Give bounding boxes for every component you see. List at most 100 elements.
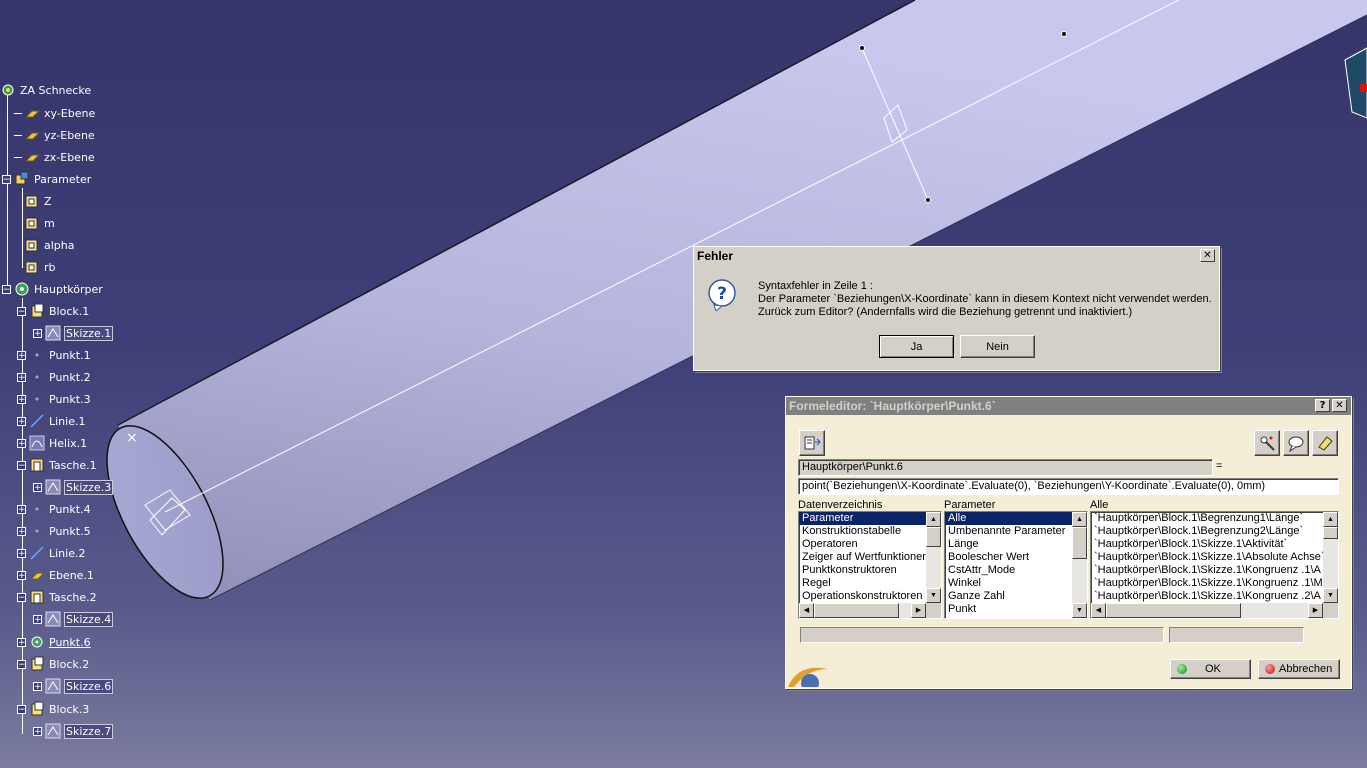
formula-close-button[interactable]: ✕	[1332, 399, 1347, 412]
tree-node-sketch3[interactable]: + Skizze.3	[33, 477, 114, 497]
vertical-scrollbar[interactable]: ▲ ▼	[926, 512, 941, 603]
expand-icon[interactable]: +	[33, 726, 42, 736]
list-item[interactable]: Operationskonstruktoren	[799, 590, 941, 603]
scroll-down-icon[interactable]: ▼	[926, 588, 941, 603]
tree-node-param-z[interactable]: Z	[24, 191, 53, 211]
scroll-thumb[interactable]	[814, 603, 899, 618]
tree-node-sketch7[interactable]: + Skizze.7	[33, 721, 114, 741]
scroll-up-icon[interactable]: ▲	[926, 512, 941, 527]
tree-node-line2[interactable]: + Linie.2	[17, 543, 86, 563]
list-item[interactable]: Umbenannte Parameter	[945, 525, 1087, 538]
scroll-thumb[interactable]	[1323, 527, 1338, 539]
formula-input[interactable]: point(`Beziehungen\X-Koordinate`.Evaluat…	[798, 478, 1339, 495]
expand-icon[interactable]: +	[17, 637, 26, 647]
expand-icon[interactable]: +	[17, 438, 26, 448]
scroll-left-icon[interactable]: ◀	[1091, 603, 1106, 618]
error-close-button[interactable]: ✕	[1200, 249, 1215, 262]
comment-icon[interactable]	[1283, 430, 1309, 456]
specification-tree[interactable]: ZA Schnecke xy-Ebene yz-Ebene zx-Ebene −…	[0, 80, 240, 760]
tree-node-sketch4[interactable]: + Skizze.4	[33, 609, 114, 629]
collapse-icon[interactable]: −	[17, 659, 26, 669]
yes-button[interactable]: Ja	[879, 335, 954, 358]
collapse-icon[interactable]: −	[17, 460, 26, 470]
expand-icon[interactable]: +	[33, 614, 42, 624]
tree-node-point2[interactable]: + Punkt.2	[17, 367, 92, 387]
tree-node-plane1[interactable]: + Ebene.1	[17, 565, 95, 585]
ok-button[interactable]: OK	[1170, 659, 1251, 679]
list-item[interactable]: `Hauptkörper\Block.1\Skizze.1\Kongruenz …	[1091, 590, 1338, 603]
list-item[interactable]: Zeiger auf Wertfunktionen	[799, 551, 941, 564]
list-item[interactable]: Operatoren	[799, 538, 941, 551]
scroll-thumb[interactable]	[1072, 527, 1087, 559]
list-item[interactable]: Länge	[945, 538, 1087, 551]
target-parameter-field[interactable]: Hauptkörper\Punkt.6	[798, 459, 1213, 476]
collapse-icon[interactable]: −	[2, 284, 11, 294]
list-item[interactable]: CstAttr_Mode	[945, 564, 1087, 577]
scroll-thumb[interactable]	[926, 527, 941, 547]
expand-icon[interactable]: +	[17, 394, 26, 404]
formula-editor-titlebar[interactable]: Formeleditor: `Hauptkörper\Punkt.6`	[786, 397, 1351, 415]
scroll-thumb[interactable]	[1106, 603, 1241, 618]
tree-node-point4[interactable]: + Punkt.4	[17, 499, 92, 519]
list-item[interactable]: Parameter	[799, 512, 941, 525]
tree-node-pocket1[interactable]: − Tasche.1	[17, 455, 98, 475]
tree-node-xy-plane[interactable]: xy-Ebene	[14, 103, 96, 123]
tree-node-param-m[interactable]: m	[24, 213, 56, 233]
list-item[interactable]: `Hauptkörper\Block.1\Skizze.1\Aktivität`	[1091, 538, 1338, 551]
expand-icon[interactable]: +	[17, 526, 26, 536]
tree-node-line1[interactable]: + Linie.1	[17, 411, 86, 431]
tree-node-point1[interactable]: + Punkt.1	[17, 345, 92, 365]
list-item[interactable]: Konstruktionstabelle	[799, 525, 941, 538]
scroll-down-icon[interactable]: ▼	[1072, 603, 1087, 618]
parameter-types-list[interactable]: Alle Umbenannte Parameter Länge Boolesch…	[944, 511, 1088, 619]
collapse-icon[interactable]: −	[17, 704, 26, 714]
list-item[interactable]: Ganze Zahl	[945, 590, 1087, 603]
all-parameters-list[interactable]: `Hauptkörper\Block.1\Begrenzung1\Länge` …	[1090, 511, 1339, 619]
expand-icon[interactable]: +	[17, 548, 26, 558]
tree-node-zx-plane[interactable]: zx-Ebene	[14, 147, 96, 167]
list-item[interactable]: `Hauptkörper\Block.1\Skizze.1\Kongruenz …	[1091, 577, 1338, 590]
import-icon[interactable]	[799, 430, 825, 456]
scroll-down-icon[interactable]: ▼	[1323, 588, 1338, 603]
list-item[interactable]: `Hauptkörper\Block.1\Skizze.1\Absolute A…	[1091, 551, 1338, 564]
expand-icon[interactable]: +	[17, 504, 26, 514]
tree-node-yz-plane[interactable]: yz-Ebene	[14, 125, 96, 145]
vertical-scrollbar[interactable]: ▲ ▼	[1323, 512, 1338, 603]
scroll-right-icon[interactable]: ▶	[1308, 603, 1323, 618]
eraser-icon[interactable]	[1312, 430, 1338, 456]
tree-node-param-alpha[interactable]: alpha	[24, 235, 76, 255]
horizontal-scrollbar[interactable]: ◀ ▶	[799, 603, 926, 618]
list-item[interactable]: Winkel	[945, 577, 1087, 590]
tree-node-parameter[interactable]: − Parameter	[2, 169, 92, 189]
vertical-scrollbar[interactable]: ▲ ▼	[1072, 512, 1087, 618]
list-item[interactable]: `Hauptkörper\Block.1\Begrenzung2\Länge`	[1091, 525, 1338, 538]
expand-icon[interactable]: +	[17, 570, 26, 580]
scroll-up-icon[interactable]: ▲	[1323, 512, 1338, 527]
measure-icon[interactable]	[1254, 430, 1280, 456]
no-button[interactable]: Nein	[960, 335, 1035, 358]
tree-node-body[interactable]: − Hauptkörper	[2, 279, 104, 299]
tree-node-pocket2[interactable]: − Tasche.2	[17, 587, 98, 607]
help-button[interactable]: ?	[1315, 399, 1330, 412]
expand-icon[interactable]: +	[33, 482, 42, 492]
list-item[interactable]: `Hauptkörper\Block.1\Skizze.1\Kongruenz …	[1091, 564, 1338, 577]
list-item[interactable]: `Hauptkörper\Block.1\Begrenzung1\Länge`	[1091, 512, 1338, 525]
horizontal-scrollbar[interactable]: ◀ ▶	[1091, 603, 1323, 618]
scroll-up-icon[interactable]: ▲	[1072, 512, 1087, 527]
tree-node-block3[interactable]: − Block.3	[17, 699, 90, 719]
list-item[interactable]: Regel	[799, 577, 941, 590]
scroll-left-icon[interactable]: ◀	[799, 603, 814, 618]
dictionary-list[interactable]: Parameter Konstruktionstabelle Operatore…	[798, 511, 942, 619]
scroll-right-icon[interactable]: ▶	[911, 603, 926, 618]
list-item[interactable]: Punkt	[945, 603, 1087, 616]
collapse-icon[interactable]: −	[17, 306, 26, 316]
list-item[interactable]: Boolescher Wert	[945, 551, 1087, 564]
tree-node-block1[interactable]: − Block.1	[17, 301, 90, 321]
list-item[interactable]: Alle	[945, 512, 1087, 525]
cancel-button[interactable]: Abbrechen	[1258, 659, 1340, 679]
tree-node-block2[interactable]: − Block.2	[17, 654, 90, 674]
expand-icon[interactable]: +	[17, 372, 26, 382]
compass-icon[interactable]	[1344, 47, 1367, 119]
tree-node-point5[interactable]: + Punkt.5	[17, 521, 92, 541]
expand-icon[interactable]: +	[17, 350, 26, 360]
